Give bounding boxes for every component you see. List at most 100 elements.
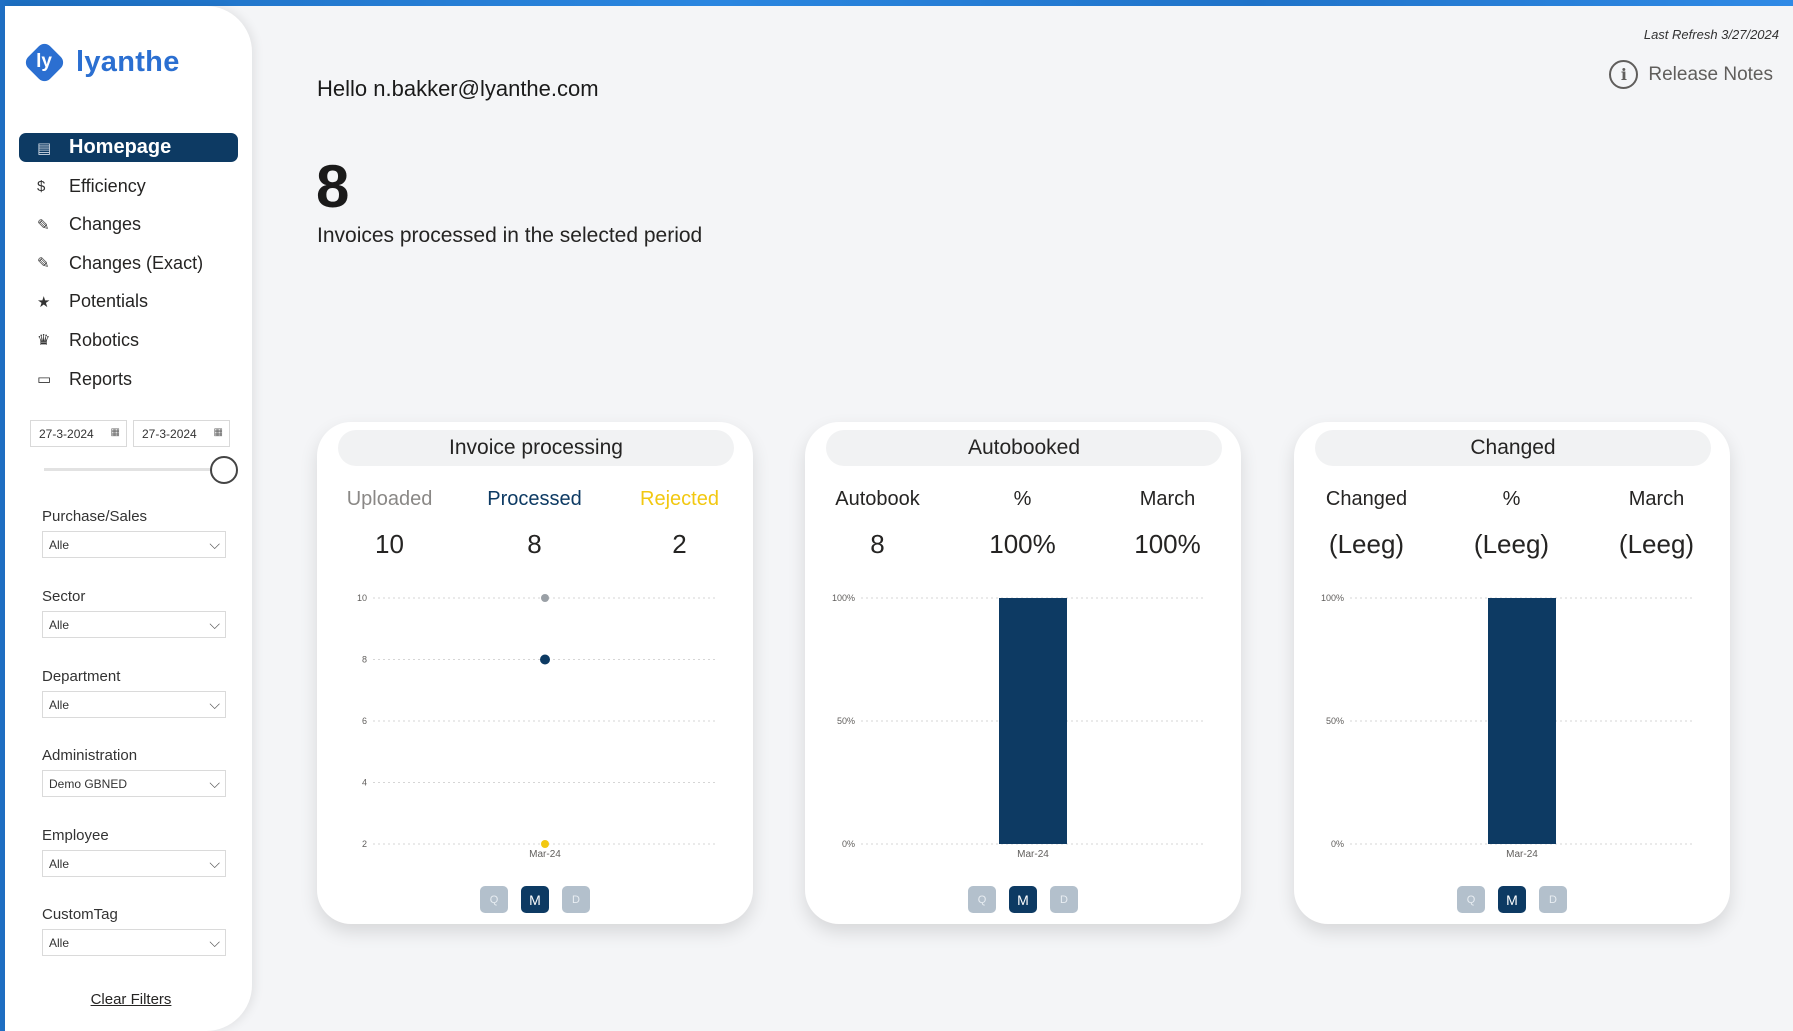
kpi-row: Autobook 8% 100% March 100% xyxy=(805,488,1241,560)
kpi: % (Leeg) xyxy=(1439,488,1584,560)
date-from-input[interactable]: 27-3-2024 ▦ xyxy=(30,420,127,447)
period-q-button[interactable]: Q xyxy=(1457,886,1485,913)
filter-label: CustomTag xyxy=(42,906,118,923)
chevron-down-icon: ⌵ xyxy=(209,855,220,871)
kpi-label: Changed xyxy=(1325,488,1408,510)
sidebar-nav: ▤ Homepage $ Efficiency ✎ Changes ✎ Changes (Ex… xyxy=(19,133,238,403)
period-m-button[interactable]: M xyxy=(1498,886,1526,913)
kpi-value: 100% xyxy=(1134,529,1201,559)
bar[interactable] xyxy=(1488,598,1556,844)
date-to-input[interactable]: 27-3-2024 ▦ xyxy=(133,420,230,447)
kpi-label: % xyxy=(1013,488,1032,510)
filter-value: Alle xyxy=(49,697,70,712)
period-q-button[interactable]: Q xyxy=(480,886,508,913)
sidebar-item-label: Reports xyxy=(69,368,133,389)
filter-customtag: CustomTag Alle ⌵ xyxy=(42,906,226,956)
kpi-value: 8 xyxy=(527,529,542,559)
kpi-label: March xyxy=(1139,488,1196,510)
sidebar-item-reports[interactable]: ▭ Reports xyxy=(19,365,238,394)
filter-value: Demo GBNED xyxy=(49,776,128,791)
chevron-down-icon: ⌵ xyxy=(209,536,220,552)
sidebar: ly lyanthe ▤ Homepage $ Efficiency ✎ Changes ✎… xyxy=(5,6,252,1031)
filter-value: Alle xyxy=(49,856,70,871)
period-q-button[interactable]: Q xyxy=(968,886,996,913)
kpi-value: (Leeg) xyxy=(1618,529,1695,559)
x-tick-label: Mar-24 xyxy=(1506,849,1538,860)
chevron-down-icon: ⌵ xyxy=(209,696,220,712)
kpi-label: Autobook xyxy=(835,488,920,510)
sidebar-item-efficiency[interactable]: $ Efficiency xyxy=(19,172,238,201)
sidebar-item-robotics[interactable]: ♛ Robotics xyxy=(19,326,238,355)
robot-icon: ♛ xyxy=(37,332,51,350)
chart: 10 8 6 4 2 Mar-24 xyxy=(357,593,717,860)
date-slider-track[interactable] xyxy=(44,468,216,471)
bar[interactable] xyxy=(999,598,1067,844)
release-notes-button[interactable]: i Release Notes xyxy=(1609,60,1773,89)
sidebar-item-potentials[interactable]: ★ Potentials xyxy=(19,287,238,316)
sidebar-item-label: Robotics xyxy=(69,329,140,350)
y-tick-label: 0% xyxy=(1331,839,1344,849)
sidebar-item-changes-exact[interactable]: ✎ Changes (Exact) xyxy=(19,249,238,278)
y-tick-label: 50% xyxy=(1326,716,1344,726)
kpi-label: March xyxy=(1628,488,1685,510)
y-tick-label: 8 xyxy=(362,655,367,665)
period-m-button[interactable]: M xyxy=(1009,886,1037,913)
release-notes-label: Release Notes xyxy=(1648,63,1773,85)
clear-filters-link[interactable]: Clear Filters xyxy=(42,991,220,1008)
kpi: March (Leeg) xyxy=(1584,488,1729,560)
data-point-uploaded[interactable] xyxy=(541,594,549,602)
date-slider-handle[interactable] xyxy=(210,456,238,484)
kpi-value: (Leeg) xyxy=(1473,529,1550,559)
kpi-label: Uploaded xyxy=(346,488,433,510)
card-title: Changed xyxy=(1315,430,1711,466)
star-icon: ★ xyxy=(37,293,51,311)
filter-dropdown[interactable]: Alle ⌵ xyxy=(42,611,226,638)
y-tick-label: 100% xyxy=(832,593,855,603)
card-changed: Changed Changed (Leeg)% (Leeg) March (Leeg) Q M… xyxy=(1294,422,1730,924)
sidebar-item-homepage[interactable]: ▤ Homepage xyxy=(19,133,238,162)
chevron-down-icon: ⌵ xyxy=(209,934,220,950)
pencil-icon: ✎ xyxy=(37,255,50,273)
sidebar-item-label: Efficiency xyxy=(69,175,146,196)
kpi-label: % xyxy=(1502,488,1521,510)
kpi: Autobook 8 xyxy=(805,488,950,560)
sidebar-item-label: Changes (Exact) xyxy=(69,252,204,273)
filter-value: Alle xyxy=(49,935,70,950)
filter-purchase-sales: Purchase/Sales Alle ⌵ xyxy=(42,508,226,558)
kpi-row: Uploaded 10 Processed 8 Rejected 2 xyxy=(317,488,753,560)
logo[interactable]: ly lyanthe xyxy=(22,40,180,85)
dollar-icon: $ xyxy=(37,177,46,195)
kpi: Processed 8 xyxy=(462,488,607,560)
period-d-button[interactable]: D xyxy=(1539,886,1567,913)
period-d-button[interactable]: D xyxy=(1050,886,1078,913)
kpi-row: Changed (Leeg)% (Leeg) March (Leeg) xyxy=(1294,488,1730,560)
period-m-button[interactable]: M xyxy=(521,886,549,913)
period-d-button[interactable]: D xyxy=(562,886,590,913)
calendar-icon[interactable]: ▦ xyxy=(111,427,120,438)
y-tick-label: 50% xyxy=(837,716,855,726)
sidebar-item-label: Potentials xyxy=(69,291,149,312)
logo-text: lyanthe xyxy=(76,45,180,78)
date-from-value: 27-3-2024 xyxy=(39,426,94,441)
document-icon: ▤ xyxy=(37,139,52,157)
filter-label: Purchase/Sales xyxy=(42,508,148,525)
filter-dropdown[interactable]: Demo GBNED ⌵ xyxy=(42,770,226,797)
data-point-processed[interactable] xyxy=(540,654,550,665)
y-tick-label: 10 xyxy=(357,593,367,603)
invoice-count-caption: Invoices processed in the selected perio… xyxy=(317,224,703,247)
invoice-count: 8 xyxy=(316,153,350,220)
filter-label: Sector xyxy=(42,588,86,605)
y-tick-label: 6 xyxy=(362,716,367,726)
filter-dropdown[interactable]: Alle ⌵ xyxy=(42,850,226,877)
filter-dropdown[interactable]: Alle ⌵ xyxy=(42,531,226,558)
period-buttons: QMD xyxy=(317,886,753,913)
book-icon: ▭ xyxy=(37,371,52,389)
top-accent-bar xyxy=(0,0,1793,6)
calendar-icon[interactable]: ▦ xyxy=(214,427,223,438)
sidebar-item-changes[interactable]: ✎ Changes xyxy=(19,210,238,239)
filter-dropdown[interactable]: Alle ⌵ xyxy=(42,691,226,718)
filter-dropdown[interactable]: Alle ⌵ xyxy=(42,929,226,956)
filter-label: Administration xyxy=(42,747,138,764)
chart: 100% 50% 0% Mar-24 xyxy=(832,593,1205,860)
data-point-rejected[interactable] xyxy=(541,840,549,848)
